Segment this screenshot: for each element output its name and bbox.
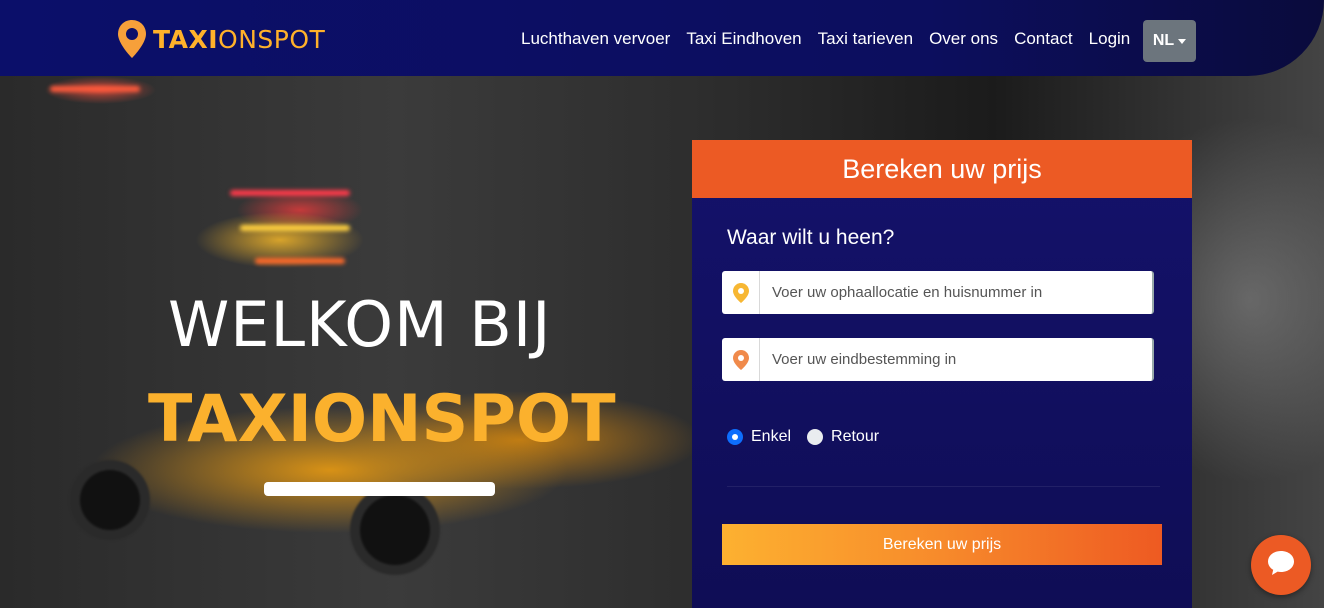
radio-retour[interactable]: Retour: [807, 428, 879, 446]
pickup-field: [722, 271, 1154, 314]
map-pin-icon: [722, 271, 760, 314]
light-streak: [230, 190, 350, 196]
radio-unselected-icon[interactable]: [807, 429, 824, 445]
brand-bold: TAXI: [153, 24, 219, 54]
card-subtitle: Waar wilt u heen?: [727, 226, 895, 249]
site-logo[interactable]: TAXIONSPOT: [117, 19, 325, 59]
hero-underline: [264, 482, 495, 496]
pickup-input[interactable]: [760, 271, 1152, 314]
taxi-wheel: [360, 495, 430, 565]
taxi-wheel: [80, 470, 140, 530]
main-nav: Luchthaven vervoer Taxi Eindhoven Taxi t…: [521, 29, 1130, 49]
radio-enkel[interactable]: Enkel: [727, 428, 791, 446]
chevron-down-icon: [1178, 38, 1187, 44]
destination-field: [722, 338, 1154, 381]
brand-light: ONSPOT: [218, 24, 326, 54]
radio-enkel-label: Enkel: [751, 428, 792, 445]
welcome-heading: WELKOM BIJ: [168, 288, 552, 361]
location-pin-icon: [117, 19, 147, 59]
nav-contact[interactable]: Contact: [1014, 29, 1073, 49]
light-streak: [50, 86, 140, 92]
nav-login[interactable]: Login: [1089, 29, 1131, 49]
radio-selected-icon[interactable]: [727, 429, 743, 445]
language-dropdown[interactable]: NL: [1143, 20, 1196, 62]
trip-type-group: Enkel Retour: [727, 428, 879, 446]
brand-name: TAXIONSPOT: [153, 25, 325, 54]
destination-input[interactable]: [760, 338, 1152, 381]
radio-retour-label: Retour: [831, 428, 880, 445]
price-calculator-card: Bereken uw prijs Waar wilt u heen? Enkel…: [692, 140, 1192, 608]
hero-brand-name: TAXIONSPOT: [148, 382, 616, 457]
nav-taxi-eindhoven[interactable]: Taxi Eindhoven: [686, 29, 801, 49]
chat-launcher[interactable]: [1251, 535, 1311, 595]
language-label: NL: [1152, 32, 1175, 49]
light-streak: [240, 225, 350, 231]
nav-over-ons[interactable]: Over ons: [929, 29, 998, 49]
card-title: Bereken uw prijs: [692, 140, 1192, 198]
calculate-price-button[interactable]: Bereken uw prijs: [722, 524, 1162, 565]
map-pin-icon: [722, 338, 760, 381]
site-header: TAXIONSPOT Luchthaven vervoer Taxi Eindh…: [0, 0, 1324, 76]
light-streak: [255, 258, 345, 264]
nav-taxi-tarieven[interactable]: Taxi tarieven: [818, 29, 913, 49]
chat-bubble-icon: [1266, 549, 1296, 581]
nav-luchthaven-vervoer[interactable]: Luchthaven vervoer: [521, 29, 670, 49]
divider: [727, 486, 1160, 487]
